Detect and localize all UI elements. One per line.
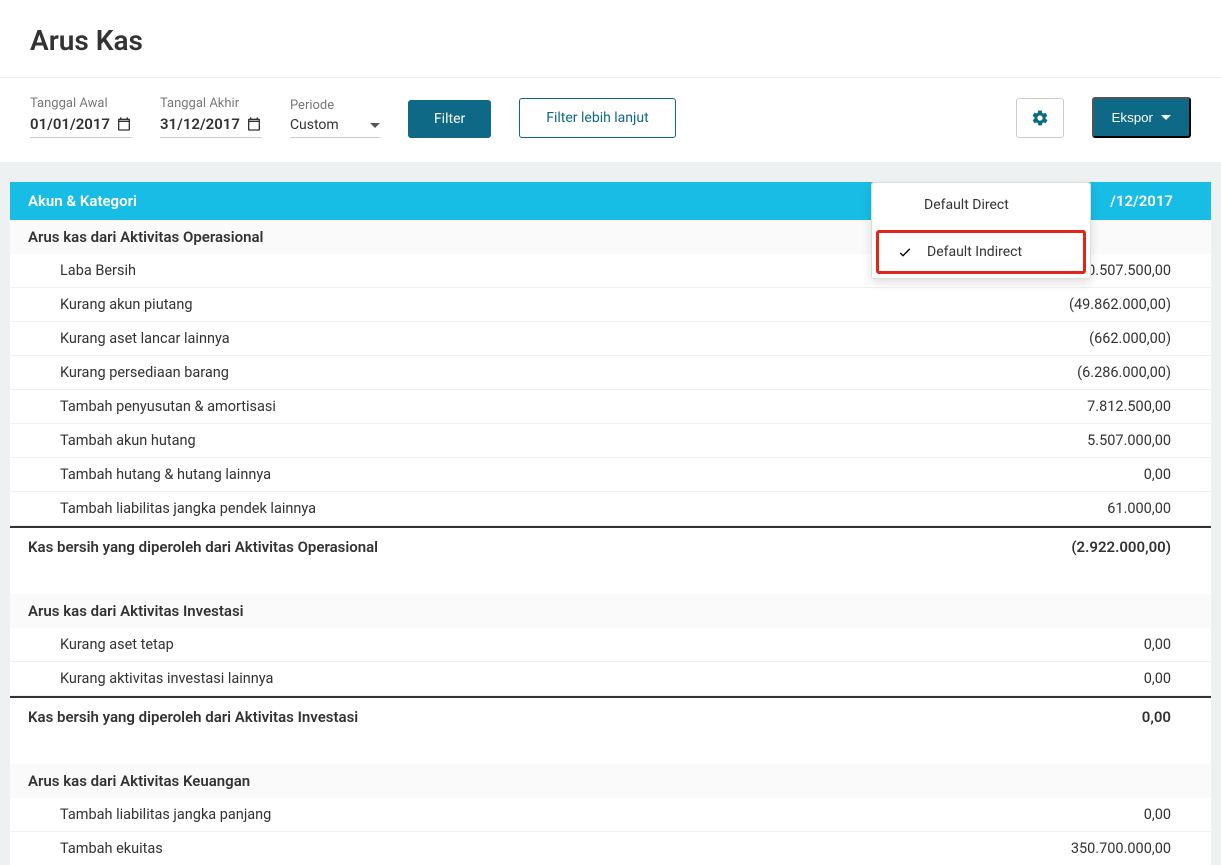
table-row[interactable]: Tambah ekuitas350.700.000,00 <box>10 832 1211 865</box>
filter-bar: Tanggal Awal 01/01/2017 Tanggal Akhir 31… <box>0 78 1221 162</box>
table-row[interactable]: Tambah hutang & hutang lainnya0,00 <box>10 458 1211 492</box>
section-title: Arus kas dari Aktivitas Keuangan <box>10 764 1211 798</box>
default-indirect-label: Default Indirect <box>927 244 1022 260</box>
calendar-icon <box>116 116 132 132</box>
total-value: (2.922.000,00) <box>911 528 1211 566</box>
period-label: Periode <box>290 98 380 113</box>
section-total-row: Kas bersih yang diperoleh dari Aktivitas… <box>10 696 1211 736</box>
row-value: (6.286.000,00) <box>911 356 1211 389</box>
caret-down-icon <box>370 123 380 128</box>
period-value: Custom <box>290 117 339 133</box>
period-field-group: Periode Custom <box>290 98 380 138</box>
more-filter-button[interactable]: Filter lebih lanjut <box>519 98 675 138</box>
start-date-value: 01/01/2017 <box>30 115 110 133</box>
page-title: Arus Kas <box>30 24 1191 57</box>
settings-button[interactable] <box>1016 98 1064 138</box>
settings-dropdown: Default Direct Default Indirect <box>871 182 1091 279</box>
row-label: Tambah akun hutang <box>10 424 911 457</box>
row-label: Kurang persediaan barang <box>10 356 911 389</box>
table-row[interactable]: Tambah liabilitas jangka panjang0,00 <box>10 798 1211 832</box>
section-title: Arus kas dari Aktivitas Investasi <box>10 594 1211 628</box>
caret-down-icon <box>1161 115 1171 120</box>
row-label: Tambah liabilitas jangka panjang <box>10 798 911 831</box>
row-label: Tambah ekuitas <box>10 832 911 865</box>
total-label: Kas bersih yang diperoleh dari Aktivitas… <box>10 528 911 566</box>
row-label: Tambah hutang & hutang lainnya <box>10 458 911 491</box>
row-label: Laba Bersih <box>10 254 911 287</box>
row-value: 0,00 <box>911 628 1211 661</box>
export-button[interactable]: Ekspor <box>1092 97 1191 138</box>
section-gap <box>10 566 1211 594</box>
gear-icon <box>1031 109 1049 127</box>
row-value: 0,00 <box>911 798 1211 831</box>
end-date-label: Tanggal Akhir <box>160 96 262 111</box>
table-row[interactable]: Tambah liabilitas jangka pendek lainnya6… <box>10 492 1211 526</box>
table-row[interactable]: Kurang akun piutang(49.862.000,00) <box>10 288 1211 322</box>
row-value: (49.862.000,00) <box>911 288 1211 321</box>
table-row[interactable]: Kurang persediaan barang(6.286.000,00) <box>10 356 1211 390</box>
row-value: 350.700.000,00 <box>911 832 1211 865</box>
end-date-value: 31/12/2017 <box>160 115 240 133</box>
default-indirect-option[interactable]: Default Indirect <box>876 230 1086 274</box>
table-row[interactable]: Kurang aset tetap0,00 <box>10 628 1211 662</box>
table-row[interactable]: Tambah akun hutang5.507.000,00 <box>10 424 1211 458</box>
end-date-input[interactable]: 31/12/2017 <box>160 115 262 138</box>
row-value: (662.000,00) <box>911 322 1211 355</box>
section-gap <box>10 736 1211 764</box>
row-value: 5.507.000,00 <box>911 424 1211 457</box>
filter-button[interactable]: Filter <box>408 100 491 138</box>
check-icon <box>897 244 913 260</box>
start-date-label: Tanggal Awal <box>30 96 132 111</box>
row-value: 0,00 <box>911 662 1211 695</box>
period-select[interactable]: Custom <box>290 117 380 138</box>
row-label: Tambah penyusutan & amortisasi <box>10 390 911 423</box>
table-row[interactable]: Tambah penyusutan & amortisasi7.812.500,… <box>10 390 1211 424</box>
export-label: Ekspor <box>1112 110 1153 125</box>
row-label: Kurang aktivitas investasi lainnya <box>10 662 911 695</box>
end-date-field-group: Tanggal Akhir 31/12/2017 <box>160 96 262 138</box>
start-date-input[interactable]: 01/01/2017 <box>30 115 132 138</box>
row-label: Kurang aset lancar lainnya <box>10 322 911 355</box>
row-value: 0,00 <box>911 458 1211 491</box>
section-total-row: Kas bersih yang diperoleh dari Aktivitas… <box>10 526 1211 566</box>
start-date-field-group: Tanggal Awal 01/01/2017 <box>30 96 132 138</box>
table-row[interactable]: Kurang aktivitas investasi lainnya0,00 <box>10 662 1211 696</box>
header-account-category: Akun & Kategori <box>10 182 1021 220</box>
total-value: 0,00 <box>911 698 1211 736</box>
row-value: 7.812.500,00 <box>911 390 1211 423</box>
row-value: 61.000,00 <box>911 492 1211 525</box>
calendar-icon <box>246 116 262 132</box>
row-label: Kurang akun piutang <box>10 288 911 321</box>
total-label: Kas bersih yang diperoleh dari Aktivitas… <box>10 698 911 736</box>
table-row[interactable]: Kurang aset lancar lainnya(662.000,00) <box>10 322 1211 356</box>
row-label: Tambah liabilitas jangka pendek lainnya <box>10 492 911 525</box>
default-direct-option[interactable]: Default Direct <box>872 183 1090 227</box>
cash-flow-table: Akun & Kategori /12/2017 Arus kas dari A… <box>10 182 1211 865</box>
page-header: Arus Kas <box>0 0 1221 78</box>
row-label: Kurang aset tetap <box>10 628 911 661</box>
